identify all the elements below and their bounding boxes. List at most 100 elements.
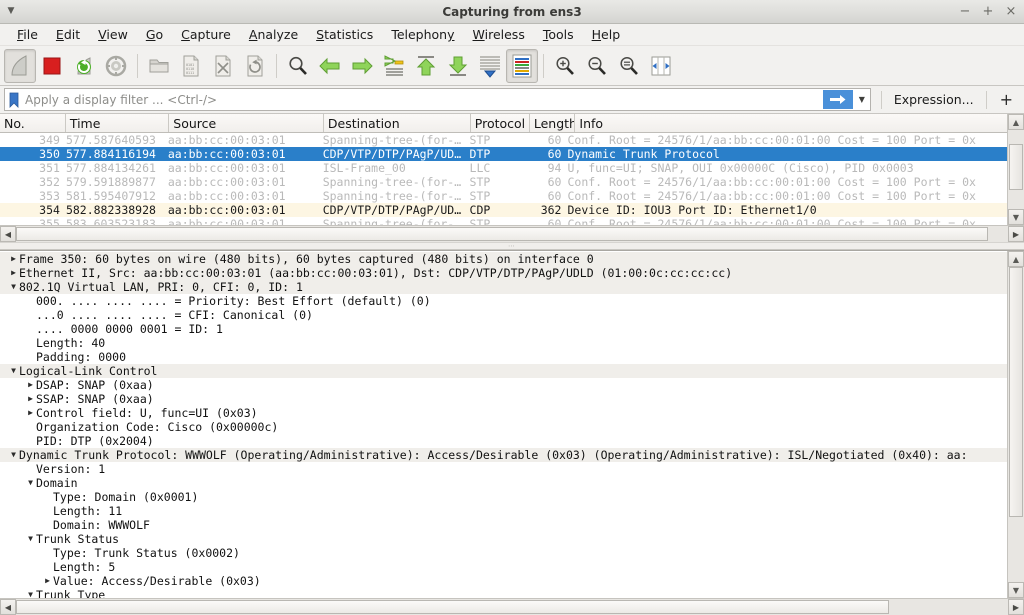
filter-expression-button[interactable]: Expression... (888, 90, 980, 109)
menu-item-analyze[interactable]: Analyze (240, 26, 307, 43)
colorize-packets-icon[interactable] (506, 48, 538, 83)
menu-item-capture[interactable]: Capture (172, 26, 240, 43)
menu-item-view[interactable]: View (89, 26, 137, 43)
maximize-button[interactable]: + (982, 5, 994, 18)
pane-splitter[interactable]: ⋯ (0, 242, 1024, 250)
scroll-right-arrow-icon[interactable]: ▶ (1008, 226, 1024, 242)
column-header-src[interactable]: Source (169, 114, 324, 132)
column-header-time[interactable]: Time (66, 114, 170, 132)
resize-columns-icon[interactable] (645, 49, 677, 83)
detail-tree-row[interactable]: ▶ Control field: U, func=UI (0x03) (0, 406, 1007, 420)
minimize-button[interactable]: − (959, 5, 971, 18)
filter-history-chevron-icon[interactable]: ▼ (854, 90, 870, 109)
packet-list-horizontal-scrollbar[interactable]: ◀ ▶ (0, 225, 1024, 242)
menu-item-telephony[interactable]: Telephony (382, 26, 463, 43)
zoom-out-icon[interactable] (581, 49, 613, 83)
packet-details-scroll-thumb[interactable] (1009, 267, 1023, 517)
tree-expand-arrow-icon[interactable]: ▶ (25, 409, 36, 417)
tree-collapse-arrow-icon[interactable]: ▼ (25, 591, 36, 599)
detail-tree-row[interactable]: Organization Code: Cisco (0x00000c) (0, 420, 1007, 434)
detail-tree-row[interactable]: Length: 40 (0, 336, 1007, 350)
go-to-last-packet-icon[interactable] (442, 49, 474, 83)
column-header-info[interactable]: Info (575, 114, 1007, 132)
packet-details-tree[interactable]: ▶ Frame 350: 60 bytes on wire (480 bits),… (0, 251, 1007, 598)
column-header-proto[interactable]: Protocol (471, 114, 530, 132)
tree-collapse-arrow-icon[interactable]: ▼ (8, 283, 19, 291)
detail-tree-row[interactable]: Version: 1 (0, 462, 1007, 476)
detail-tree-row[interactable]: ▶ Value: Access/Desirable (0x03) (0, 574, 1007, 588)
packet-details-scroll-track[interactable] (1008, 267, 1024, 582)
packet-list-rows[interactable]: 349 577.587640593 aa:bb:cc:00:03:01 Spannin… (0, 133, 1007, 225)
detail-tree-row[interactable]: ▶ DSAP: SNAP (0xaa) (0, 378, 1007, 392)
tree-collapse-arrow-icon[interactable]: ▼ (8, 367, 19, 375)
open-file-icon[interactable] (143, 49, 175, 83)
detail-tree-row[interactable]: ▼ Dynamic Trunk Protocol: WWWOLF (Operati… (0, 448, 1007, 462)
packet-list-hscroll-thumb[interactable] (16, 227, 989, 241)
column-header-no[interactable]: No. (0, 114, 66, 132)
menu-item-edit[interactable]: Edit (47, 26, 89, 43)
detail-tree-row[interactable]: Length: 5 (0, 560, 1007, 574)
packet-details-horizontal-scrollbar[interactable]: ◀ ▶ (0, 598, 1024, 615)
save-file-icon[interactable]: 0101 0110 0111 (175, 49, 207, 83)
column-header-len[interactable]: Length (530, 114, 576, 132)
tree-expand-arrow-icon[interactable]: ▶ (25, 381, 36, 389)
tree-expand-arrow-icon[interactable]: ▶ (8, 255, 19, 263)
packet-row[interactable]: 351 577.884134261 aa:bb:cc:00:03:01 ISL-Fra… (0, 161, 1007, 175)
detail-tree-row[interactable]: Type: Trunk Status (0x0002) (0, 546, 1007, 560)
scroll-up-arrow-icon[interactable]: ▲ (1008, 251, 1024, 267)
detail-tree-row[interactable]: Length: 11 (0, 504, 1007, 518)
scroll-up-arrow-icon[interactable]: ▲ (1008, 114, 1024, 130)
column-header-dst[interactable]: Destination (324, 114, 471, 132)
add-filter-button-icon[interactable]: + (993, 91, 1020, 108)
packet-list-scroll-track[interactable] (1008, 130, 1024, 209)
scroll-right-arrow-icon[interactable]: ▶ (1008, 599, 1024, 615)
detail-tree-row[interactable]: Padding: 0000 (0, 350, 1007, 364)
close-file-icon[interactable] (207, 49, 239, 83)
scroll-down-arrow-icon[interactable]: ▼ (1008, 209, 1024, 225)
tree-expand-arrow-icon[interactable]: ▶ (8, 269, 19, 277)
go-to-packet-icon[interactable] (378, 49, 410, 83)
tree-collapse-arrow-icon[interactable]: ▼ (8, 451, 19, 459)
display-filter-input[interactable]: Apply a display filter ... <Ctrl-/> ▼ (4, 88, 871, 111)
find-packet-icon[interactable] (282, 49, 314, 83)
tree-collapse-arrow-icon[interactable]: ▼ (25, 535, 36, 543)
packet-list-vertical-scrollbar[interactable]: ▲ ▼ (1007, 114, 1024, 225)
scroll-down-arrow-icon[interactable]: ▼ (1008, 582, 1024, 598)
restart-capture-icon[interactable] (68, 49, 100, 83)
menu-item-file[interactable]: File (8, 26, 47, 43)
zoom-in-icon[interactable] (549, 49, 581, 83)
window-menu-caret-icon[interactable]: ▼ (0, 0, 22, 23)
menu-item-statistics[interactable]: Statistics (307, 26, 382, 43)
packet-row[interactable]: 350 577.884116194 aa:bb:cc:00:03:01 CDP/VTP… (0, 147, 1007, 161)
normal-size-icon[interactable] (613, 49, 645, 83)
detail-tree-row[interactable]: ▼ Trunk Type (0, 588, 1007, 598)
detail-tree-row[interactable]: .... 0000 0000 0001 = ID: 1 (0, 322, 1007, 336)
scroll-left-arrow-icon[interactable]: ◀ (0, 226, 16, 242)
detail-tree-row[interactable]: ▼ Logical-Link Control (0, 364, 1007, 378)
packet-list-hscroll-track[interactable] (16, 226, 1008, 242)
scroll-left-arrow-icon[interactable]: ◀ (0, 599, 16, 615)
start-capture-icon[interactable] (4, 48, 36, 83)
tree-expand-arrow-icon[interactable]: ▶ (42, 577, 53, 585)
go-back-icon[interactable] (314, 49, 346, 83)
packet-details-vertical-scrollbar[interactable]: ▲ ▼ (1007, 251, 1024, 598)
detail-tree-row[interactable]: ▼ Domain (0, 476, 1007, 490)
filter-bookmark-icon[interactable] (5, 90, 23, 109)
detail-tree-row[interactable]: ▶ SSAP: SNAP (0xaa) (0, 392, 1007, 406)
detail-tree-row[interactable]: 000. .... .... .... = Priority: Best Eff… (0, 294, 1007, 308)
auto-scroll-icon[interactable] (474, 49, 506, 83)
packet-row[interactable]: 349 577.587640593 aa:bb:cc:00:03:01 Spannin… (0, 133, 1007, 147)
packet-details-hscroll-thumb[interactable] (16, 600, 889, 614)
detail-tree-row[interactable]: Type: Domain (0x0001) (0, 490, 1007, 504)
packet-row[interactable]: 355 583.603523183 aa:bb:cc:00:03:01 Spannin… (0, 217, 1007, 225)
packet-list-scroll-thumb[interactable] (1009, 144, 1023, 190)
stop-capture-icon[interactable] (36, 49, 68, 83)
reload-file-icon[interactable] (239, 49, 271, 83)
capture-options-icon[interactable] (100, 49, 132, 83)
detail-tree-row[interactable]: Domain: WWWOLF (0, 518, 1007, 532)
packet-row[interactable]: 354 582.882338928 aa:bb:cc:00:03:01 CDP/VTP… (0, 203, 1007, 217)
apply-filter-arrow-icon[interactable] (822, 90, 853, 109)
detail-tree-row[interactable]: ...0 .... .... .... = CFI: Canonical (0) (0, 308, 1007, 322)
packet-details-hscroll-track[interactable] (16, 599, 1008, 615)
packet-row[interactable]: 353 581.595407912 aa:bb:cc:00:03:01 Spannin… (0, 189, 1007, 203)
